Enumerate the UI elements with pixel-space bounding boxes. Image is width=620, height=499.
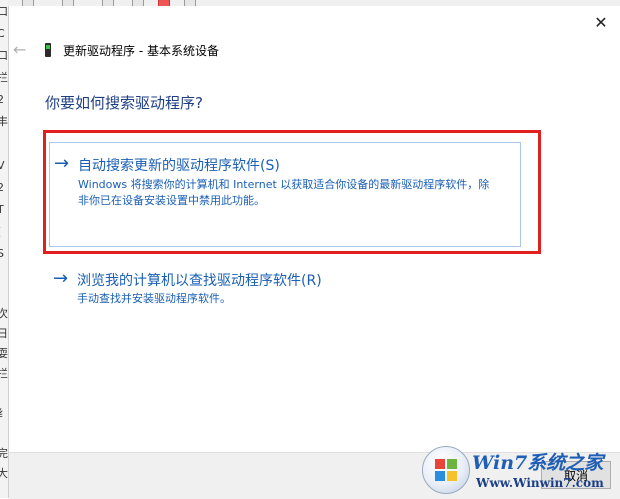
- bg-char: 拦: [0, 72, 8, 84]
- bg-char: 纟: [0, 408, 8, 420]
- bg-char: 大: [0, 468, 8, 480]
- back-arrow-icon[interactable]: ←: [13, 40, 26, 59]
- bg-char: 丰: [0, 116, 8, 128]
- bg-char: 耍: [0, 348, 8, 360]
- bg-char: V: [0, 160, 5, 172]
- bg-char: 口: [0, 6, 8, 18]
- windows-logo-icon: [422, 446, 470, 494]
- window-title: 更新驱动程序 - 基本系统设备: [63, 42, 219, 59]
- bg-char: 2: [0, 94, 4, 106]
- bg-char: (: [0, 226, 1, 238]
- watermark: Win7系统之家 Www.Winwin7.com: [422, 444, 618, 496]
- bg-char: 拦: [0, 368, 8, 380]
- watermark-url: Www.Winwin7.com: [476, 476, 604, 490]
- bg-char: 日: [0, 328, 8, 340]
- windows-flag-icon: [435, 459, 457, 481]
- bg-char: 次: [0, 308, 8, 320]
- browse-computer-description: 手动查找并安装驱动程序软件。: [77, 291, 497, 307]
- watermark-brand: Win7系统之家: [472, 448, 603, 475]
- close-icon[interactable]: ✕: [589, 10, 613, 34]
- update-driver-dialog: ✕ ← 更新驱动程序 - 基本系统设备 你要如何搜索驱动程序? → 自动搜索更新…: [8, 6, 620, 498]
- bg-char: 口: [0, 50, 8, 62]
- auto-search-description: Windows 将搜索你的计算机和 Internet 以获取适合你设备的最新驱动…: [78, 177, 498, 209]
- bg-char: 完: [0, 448, 8, 460]
- bg-char: S: [0, 248, 4, 260]
- bg-char: C: [0, 28, 5, 40]
- browse-computer-option[interactable]: → 浏览我的计算机以查找驱动程序软件(R) 手动查找并安装驱动程序软件。: [49, 264, 519, 314]
- arrow-right-icon: →: [54, 153, 69, 174]
- device-icon: [45, 43, 51, 57]
- bg-char: 2: [0, 182, 4, 194]
- browse-computer-title: 浏览我的计算机以查找驱动程序软件(R): [77, 270, 322, 290]
- arrow-right-icon: →: [53, 268, 68, 289]
- auto-search-option[interactable]: → 自动搜索更新的驱动程序软件(S) Windows 将搜索你的计算机和 Int…: [49, 142, 521, 247]
- bg-char: T: [0, 204, 4, 216]
- auto-search-title: 自动搜索更新的驱动程序软件(S): [78, 155, 280, 175]
- page-heading: 你要如何搜索驱动程序?: [45, 92, 203, 113]
